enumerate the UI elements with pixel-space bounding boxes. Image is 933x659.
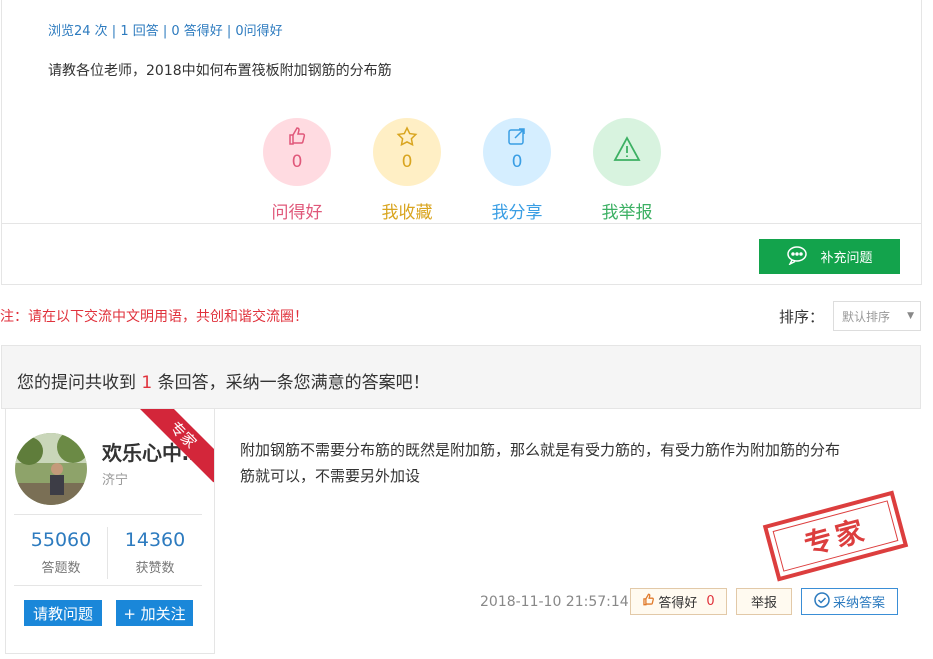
- report-circle[interactable]: [593, 118, 661, 186]
- divider: [14, 514, 202, 515]
- answers-count-label: 答题数: [41, 561, 81, 576]
- thumbs-up-icon: [263, 126, 331, 148]
- civility-notice: 注：请在以下交流中文明用语，共创和谐交流圈！: [0, 309, 308, 325]
- favorite-count: 0: [401, 152, 413, 172]
- ask-good-count: 0: [291, 152, 303, 172]
- answer-body: 附加钢筋不需要分布筋的既然是附加筋，那么就是有受力筋的，有受力筋作为附加筋的分布…: [215, 409, 921, 654]
- answers-count: 1: [141, 373, 153, 393]
- share-action[interactable]: 0 我分享: [472, 118, 562, 223]
- question-card: 浏览24 次 | 1 回答 | 0 答得好 | 0问得好 请教各位老师，2018…: [1, 0, 922, 285]
- supplement-question-label: 补充问题: [820, 251, 873, 266]
- share-label[interactable]: 我分享: [472, 198, 562, 223]
- dropdown-arrow-icon: ▼: [907, 311, 914, 321]
- answers-summary-suffix: 条回答，采纳一条您满意的答案吧！: [157, 373, 430, 393]
- divider: [14, 585, 202, 586]
- answers-summary: 您的提问共收到 1 条回答，采纳一条您满意的答案吧！: [17, 368, 430, 393]
- ask-good-circle[interactable]: 0: [263, 118, 331, 186]
- share-count: 0: [511, 152, 523, 172]
- ask-good-action[interactable]: 0 问得好: [252, 118, 342, 223]
- divider: [107, 527, 108, 579]
- favorite-circle[interactable]: 0: [373, 118, 441, 186]
- likes-count-stat: 14360 获赞数: [110, 529, 200, 576]
- answer-good-count: 0: [706, 594, 715, 609]
- star-icon: [373, 126, 441, 148]
- avatar[interactable]: [15, 433, 87, 505]
- answers-count-value: 55060: [30, 529, 92, 551]
- favorite-action[interactable]: 0 我收藏: [362, 118, 452, 223]
- report-label[interactable]: 我举报: [582, 198, 672, 223]
- ask-good-label[interactable]: 问得好: [252, 198, 342, 223]
- share-icon: [483, 126, 551, 148]
- answers-summary-prefix: 您的提问共收到: [17, 373, 136, 393]
- likes-count-value: 14360: [124, 529, 186, 551]
- report-action[interactable]: 我举报: [582, 118, 672, 223]
- adopt-answer-button[interactable]: 采纳答案: [801, 588, 898, 615]
- divider: [2, 223, 921, 224]
- expert-stamp: 专家: [762, 490, 909, 582]
- supplement-question-button[interactable]: 补充问题: [759, 239, 900, 274]
- stamp-inner-border: [772, 500, 899, 572]
- favorite-label[interactable]: 我收藏: [362, 198, 452, 223]
- answerer-card: 欢乐心中… 济宁 专家 55060 答题数 14360 获赞数 请教问题 + 加…: [5, 409, 215, 654]
- answer-good-button[interactable]: 答得好 0: [630, 588, 727, 615]
- check-circle-icon: [814, 591, 830, 612]
- answer-timestamp: 2018-11-10 21:57:14: [480, 594, 629, 610]
- sort-select[interactable]: 默认排序 ▼: [833, 301, 921, 331]
- chat-bubble-icon: [786, 245, 808, 269]
- answerer-location: 济宁: [102, 473, 129, 488]
- question-stats: 浏览24 次 | 1 回答 | 0 答得好 | 0问得好: [48, 24, 283, 39]
- follow-button[interactable]: + 加关注: [116, 600, 193, 626]
- adopt-answer-label: 采纳答案: [832, 596, 885, 611]
- ask-question-button[interactable]: 请教问题: [24, 600, 102, 626]
- likes-count-label: 获赞数: [135, 561, 175, 576]
- answer-report-button[interactable]: 举报: [736, 588, 792, 615]
- answers-header: 您的提问共收到 1 条回答，采纳一条您满意的答案吧！: [1, 345, 921, 409]
- question-text: 请教各位老师，2018中如何布置筏板附加钢筋的分布筋: [48, 63, 392, 79]
- sort-label: 排序：: [779, 308, 825, 326]
- sort-selected-value: 默认排序: [842, 309, 891, 324]
- warning-icon: [593, 136, 661, 161]
- answer-good-label: 答得好: [658, 596, 698, 611]
- thumbs-up-icon: [642, 593, 655, 610]
- share-circle[interactable]: 0: [483, 118, 551, 186]
- answers-count-stat: 55060 答题数: [16, 529, 106, 576]
- answer-text: 附加钢筋不需要分布筋的既然是附加筋，那么就是有受力筋的，有受力筋作为附加筋的分布…: [240, 441, 841, 485]
